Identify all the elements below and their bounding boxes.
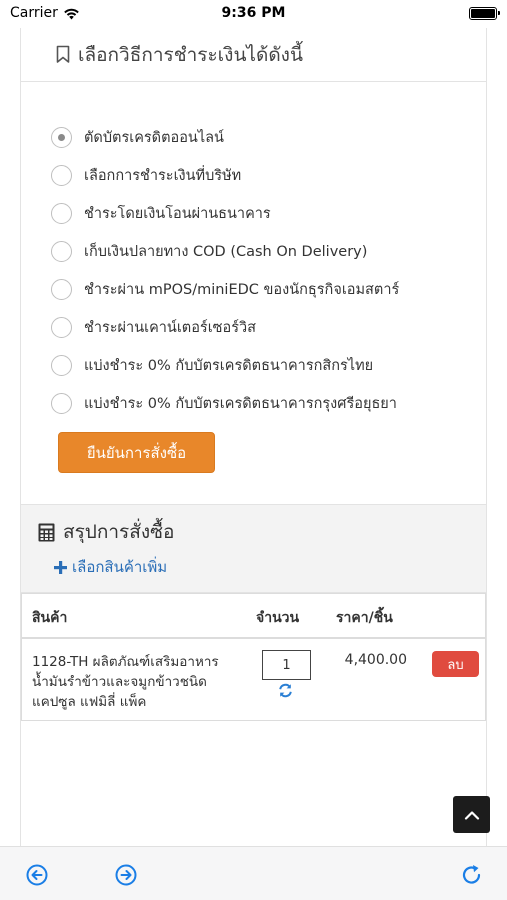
radio-button[interactable] [51, 278, 72, 300]
payment-method-option[interactable]: ชำระผ่านเคาน์เตอร์เซอร์วิส [51, 308, 481, 346]
checkout-content: เลือกวิธีการชำระเงินได้ดังนี้ ตัดบัตรเคร… [20, 28, 487, 846]
status-bar: Carrier 9:36 PM [0, 0, 507, 28]
quantity-input[interactable]: 1 [262, 650, 311, 680]
payment-method-label: ชำระผ่าน mPOS/miniEDC ของนักธุรกิจเอมสตา… [84, 281, 400, 298]
calculator-icon [38, 523, 55, 541]
column-header-quantity: จำนวน [256, 610, 300, 626]
payment-method-list: ตัดบัตรเครดิตออนไลน์ เลือกการชำระเงินที่… [51, 118, 481, 422]
summary-title: สรุปการสั่งซื้อ [63, 521, 175, 543]
payment-method-label: ชำระผ่านเคาน์เตอร์เซอร์วิส [84, 319, 256, 336]
payment-method-label: เก็บเงินปลายทาง COD (Cash On Delivery) [84, 243, 368, 260]
radio-button[interactable] [51, 202, 72, 224]
table-header-row: สินค้า จำนวน ราคา/ชิ้น [22, 594, 485, 639]
add-more-products-link[interactable]: เลือกสินค้าเพิ่ม [54, 555, 167, 579]
payment-method-label: แบ่งชำระ 0% กับบัตรเครดิตธนาคารกรุงศรีอย… [84, 395, 397, 412]
payment-method-option[interactable]: แบ่งชำระ 0% กับบัตรเครดิตธนาคารกรุงศรีอย… [51, 384, 481, 422]
unit-price: 4,400.00 [344, 652, 407, 668]
radio-button[interactable] [51, 164, 72, 186]
order-summary-panel: สรุปการสั่งซื้อ เลือกสินค้าเพิ่ม [21, 504, 486, 593]
payment-method-label: ชำระโดยเงินโอนผ่านธนาคาร [84, 205, 271, 222]
delete-item-button[interactable]: ลบ [432, 651, 479, 677]
payment-method-option[interactable]: ชำระโดยเงินโอนผ่านธนาคาร [51, 194, 481, 232]
column-header-price: ราคา/ชิ้น [336, 610, 393, 626]
confirm-order-button[interactable]: ยืนยันการสั่งซื้อ [58, 432, 215, 473]
chevron-up-icon [464, 810, 479, 820]
back-arrow-icon[interactable] [25, 863, 49, 887]
payment-method-option[interactable]: ตัดบัตรเครดิตออนไลน์ [51, 118, 481, 156]
battery-icon [469, 7, 500, 20]
radio-button[interactable] [51, 354, 72, 376]
order-table: สินค้า จำนวน ราคา/ชิ้น 1128-TH ผลิตภัณฑ์… [21, 593, 486, 721]
payment-method-option[interactable]: เก็บเงินปลายทาง COD (Cash On Delivery) [51, 232, 481, 270]
payment-method-label: แบ่งชำระ 0% กับบัตรเครดิตธนาคารกสิกรไทย [84, 357, 374, 374]
reload-icon[interactable] [460, 863, 484, 887]
radio-button[interactable] [51, 126, 72, 148]
scroll-top-button[interactable] [453, 796, 490, 833]
forward-arrow-icon[interactable] [114, 863, 138, 887]
payment-title: เลือกวิธีการชำระเงินได้ดังนี้ [78, 43, 303, 66]
radio-button[interactable] [51, 316, 72, 338]
product-name: 1128-TH ผลิตภัณฑ์เสริมอาหาร น้ำมันรำข้าว… [32, 654, 219, 710]
bookmark-icon [56, 45, 70, 63]
payment-method-option[interactable]: ชำระผ่าน mPOS/miniEDC ของนักธุรกิจเอมสตา… [51, 270, 481, 308]
payment-method-option[interactable]: แบ่งชำระ 0% กับบัตรเครดิตธนาคารกสิกรไทย [51, 346, 481, 384]
radio-button[interactable] [51, 240, 72, 262]
add-more-label: เลือกสินค้าเพิ่ม [72, 558, 168, 576]
bottom-toolbar [0, 846, 507, 900]
radio-button[interactable] [51, 392, 72, 414]
payment-header: เลือกวิธีการชำระเงินได้ดังนี้ [21, 28, 486, 82]
summary-title-row: สรุปการสั่งซื้อ [38, 517, 174, 547]
refresh-icon[interactable] [278, 683, 293, 698]
plus-icon [54, 560, 67, 574]
payment-method-label: เลือกการชำระเงินที่บริษัท [84, 167, 242, 184]
payment-method-option[interactable]: เลือกการชำระเงินที่บริษัท [51, 156, 481, 194]
payment-method-label: ตัดบัตรเครดิตออนไลน์ [84, 129, 224, 146]
column-header-product: สินค้า [32, 610, 68, 626]
status-time: 9:36 PM [221, 5, 286, 21]
